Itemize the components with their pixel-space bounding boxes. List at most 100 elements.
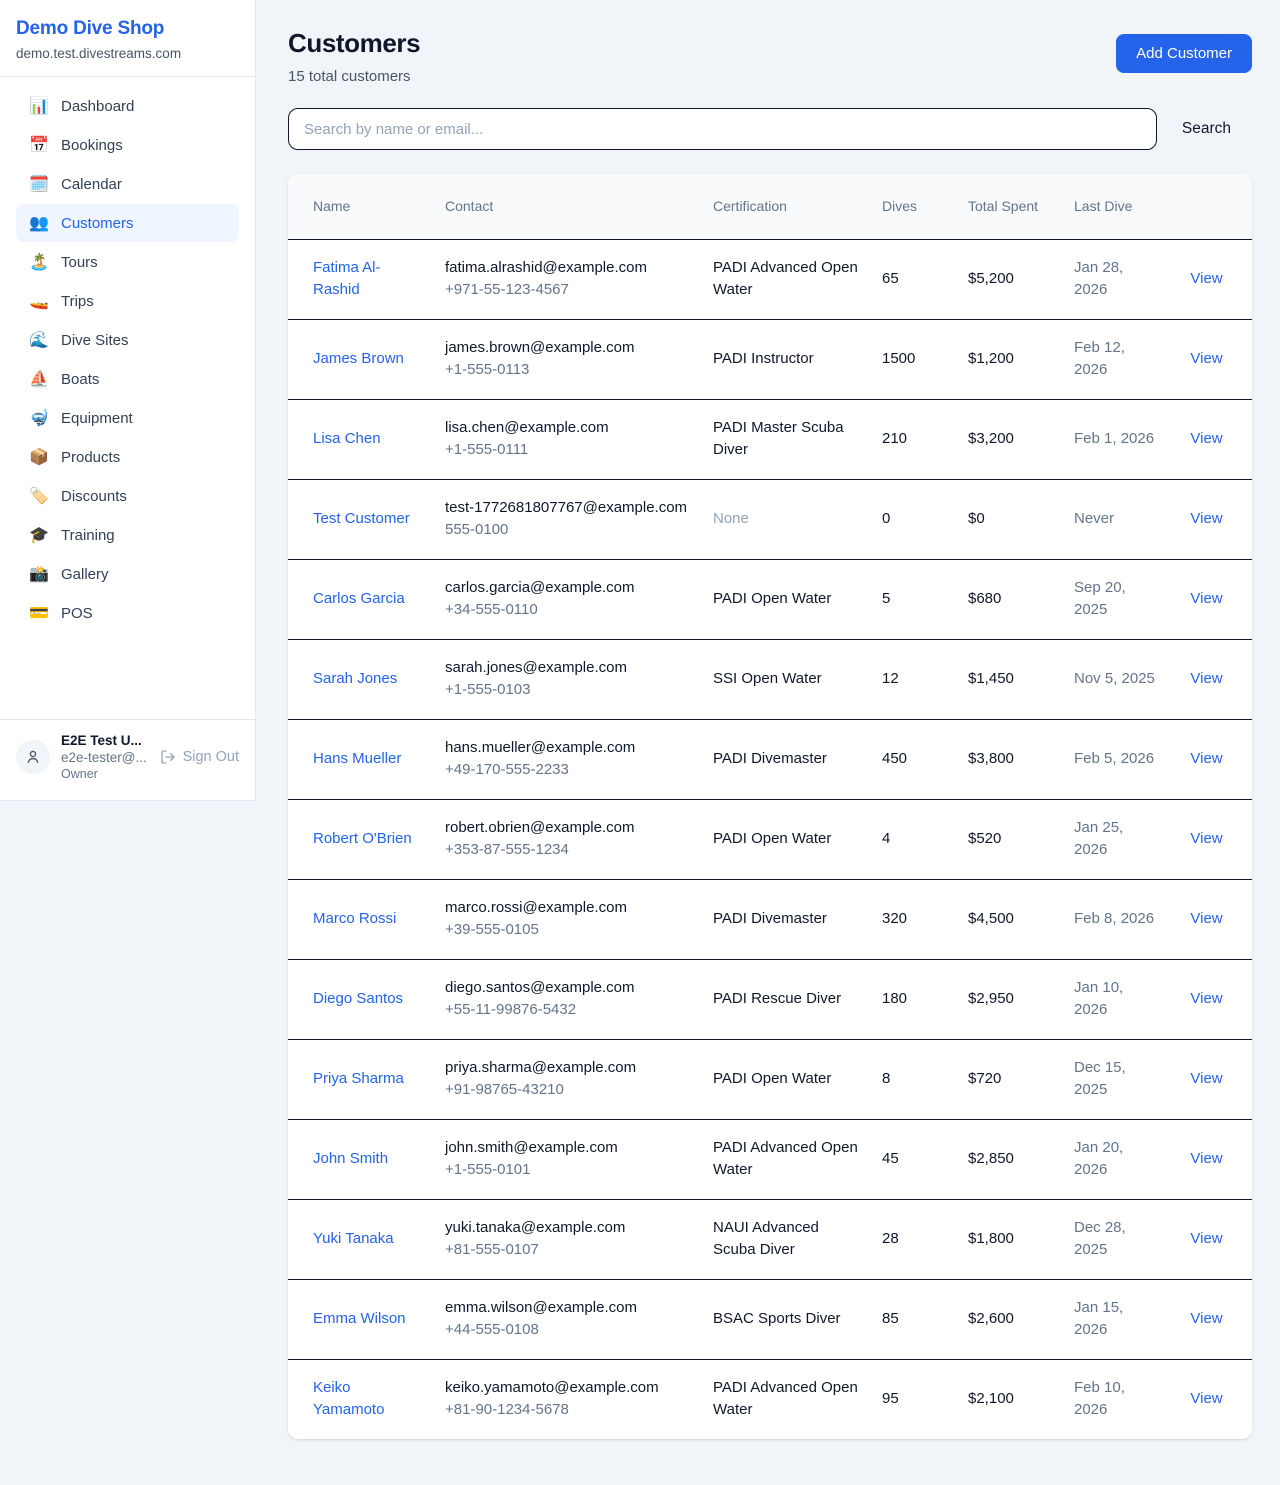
view-link[interactable]: View — [1190, 510, 1222, 527]
view-link[interactable]: View — [1190, 1310, 1222, 1327]
view-link[interactable]: View — [1190, 1390, 1222, 1407]
customer-phone: +91-98765-43210 — [445, 1079, 689, 1102]
view-link[interactable]: View — [1190, 430, 1222, 447]
cell-certification: PADI Open Water — [701, 1039, 870, 1119]
sidebar-item-label: Training — [61, 527, 115, 544]
sidebar-item[interactable]: 🎓 Training — [16, 516, 239, 554]
sidebar-item[interactable]: 📸 Gallery — [16, 555, 239, 593]
customer-name-link[interactable]: Hans Mueller — [313, 750, 401, 767]
customer-name-link[interactable]: Diego Santos — [313, 990, 403, 1007]
customer-email: fatima.alrashid@example.com — [445, 257, 689, 280]
sidebar-item-icon: 🏷️ — [29, 486, 48, 506]
customer-name-link[interactable]: James Brown — [313, 350, 404, 367]
cell-dives: 5 — [870, 559, 956, 639]
customer-name-link[interactable]: Marco Rossi — [313, 910, 396, 927]
view-link[interactable]: View — [1190, 1150, 1222, 1167]
certification-label: PADI Master Scuba Diver — [713, 419, 844, 459]
sidebar-item-label: Trips — [61, 293, 94, 310]
sidebar-item-label: Tours — [61, 254, 98, 271]
cell-dives: 45 — [870, 1119, 956, 1199]
cell-certification: PADI Divemaster — [701, 719, 870, 799]
customer-name-link[interactable]: Priya Sharma — [313, 1070, 404, 1087]
sidebar-item[interactable]: 🗓️ Calendar — [16, 165, 239, 203]
sidebar-item[interactable]: 📅 Bookings — [16, 126, 239, 164]
view-link[interactable]: View — [1190, 910, 1222, 927]
cell-total-spent: $4,500 — [956, 879, 1062, 959]
customer-name-link[interactable]: Emma Wilson — [313, 1310, 406, 1327]
last-dive-date: Feb 1, 2026 — [1074, 430, 1154, 447]
cell-certification: PADI Divemaster — [701, 879, 870, 959]
customer-name-link[interactable]: Keiko Yamamoto — [313, 1379, 384, 1419]
sidebar-item[interactable]: 🏷️ Discounts — [16, 477, 239, 515]
total-spent-value: $720 — [968, 1070, 1001, 1087]
sidebar-item[interactable]: 🌊 Dive Sites — [16, 321, 239, 359]
customer-name-link[interactable]: Yuki Tanaka — [313, 1230, 394, 1247]
search-button[interactable]: Search — [1182, 120, 1231, 138]
table-row: Keiko Yamamoto keiko.yamamoto@example.co… — [288, 1359, 1252, 1439]
sidebar-nav: 📊 Dashboard 📅 Bookings 🗓️ Calendar 👥 Cus… — [0, 77, 255, 719]
view-link[interactable]: View — [1190, 990, 1222, 1007]
customer-name-link[interactable]: John Smith — [313, 1150, 388, 1167]
cell-actions: View — [1169, 879, 1252, 959]
cell-last-dive: Feb 1, 2026 — [1062, 399, 1169, 479]
sidebar-item[interactable]: 🤿 Equipment — [16, 399, 239, 437]
table-row: Diego Santos diego.santos@example.com +5… — [288, 959, 1252, 1039]
user-info: E2E Test U... e2e-tester@... Owner — [61, 733, 149, 781]
customer-name-link[interactable]: Robert O'Brien — [313, 830, 412, 847]
sign-out-button[interactable]: Sign Out — [160, 749, 239, 765]
add-customer-button[interactable]: Add Customer — [1116, 34, 1252, 73]
customer-phone: +1-555-0101 — [445, 1159, 689, 1182]
cell-actions: View — [1169, 719, 1252, 799]
cell-last-dive: Jan 28, 2026 — [1062, 239, 1169, 319]
sidebar-item[interactable]: 📊 Dashboard — [16, 87, 239, 125]
customer-name-link[interactable]: Test Customer — [313, 510, 410, 527]
search-input[interactable] — [288, 108, 1157, 150]
view-link[interactable]: View — [1190, 750, 1222, 767]
sidebar-item[interactable]: 👥 Customers — [16, 204, 239, 242]
user-section: E2E Test U... e2e-tester@... Owner Sign … — [0, 719, 255, 800]
sidebar-item-label: Products — [61, 449, 120, 466]
certification-label: PADI Advanced Open Water — [713, 259, 858, 299]
view-link[interactable]: View — [1190, 830, 1222, 847]
cell-name: Marco Rossi — [288, 879, 433, 959]
sidebar-item-label: Discounts — [61, 488, 127, 505]
view-link[interactable]: View — [1190, 1230, 1222, 1247]
customer-name-link[interactable]: Sarah Jones — [313, 670, 397, 687]
cell-certification: BSAC Sports Diver — [701, 1279, 870, 1359]
sidebar-item[interactable]: ⛵ Boats — [16, 360, 239, 398]
dives-count: 28 — [882, 1230, 899, 1247]
cell-total-spent: $0 — [956, 479, 1062, 559]
cell-dives: 320 — [870, 879, 956, 959]
customer-email: diego.santos@example.com — [445, 977, 689, 1000]
sidebar-item[interactable]: 📦 Products — [16, 438, 239, 476]
customer-email: lisa.chen@example.com — [445, 417, 689, 440]
table-row: Priya Sharma priya.sharma@example.com +9… — [288, 1039, 1252, 1119]
cell-certification: PADI Rescue Diver — [701, 959, 870, 1039]
view-link[interactable]: View — [1190, 590, 1222, 607]
last-dive-date: Jan 25, 2026 — [1074, 819, 1123, 859]
last-dive-date: Jan 20, 2026 — [1074, 1139, 1123, 1179]
view-link[interactable]: View — [1190, 670, 1222, 687]
table-row: Fatima Al-Rashid fatima.alrashid@example… — [288, 239, 1252, 319]
last-dive-date: Nov 5, 2025 — [1074, 670, 1155, 687]
cell-dives: 4 — [870, 799, 956, 879]
sidebar-item[interactable]: 🏝️ Tours — [16, 243, 239, 281]
view-link[interactable]: View — [1190, 350, 1222, 367]
cell-last-dive: Feb 10, 2026 — [1062, 1359, 1169, 1439]
sidebar-item-icon: 🌊 — [29, 330, 48, 350]
cell-total-spent: $2,850 — [956, 1119, 1062, 1199]
sidebar-item-icon: 👥 — [29, 213, 48, 233]
sidebar-item[interactable]: 🚤 Trips — [16, 282, 239, 320]
customer-name-link[interactable]: Fatima Al-Rashid — [313, 259, 381, 299]
sidebar-item[interactable]: 💳 POS — [16, 594, 239, 632]
customer-name-link[interactable]: Lisa Chen — [313, 430, 381, 447]
view-link[interactable]: View — [1190, 270, 1222, 287]
cell-dives: 0 — [870, 479, 956, 559]
cell-last-dive: Dec 28, 2025 — [1062, 1199, 1169, 1279]
customer-name-link[interactable]: Carlos Garcia — [313, 590, 405, 607]
cell-total-spent: $720 — [956, 1039, 1062, 1119]
view-link[interactable]: View — [1190, 1070, 1222, 1087]
column-header-total-spent: Total Spent — [956, 174, 1062, 239]
certification-label: PADI Divemaster — [713, 910, 827, 927]
page-header: Customers 15 total customers Add Custome… — [288, 28, 1252, 85]
